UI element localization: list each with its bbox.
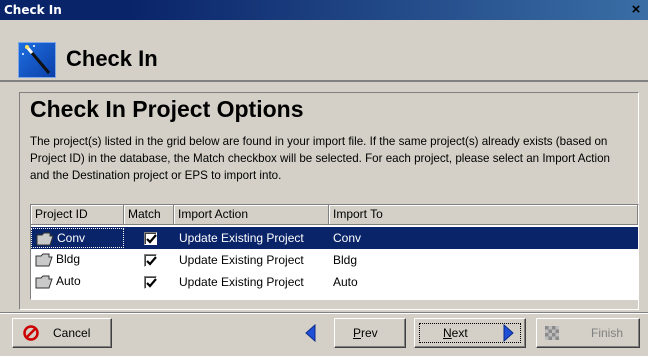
project-id-value: Conv	[57, 231, 86, 245]
project-id-value: Auto	[56, 274, 81, 288]
import-action-cell[interactable]: Update Existing Project	[179, 249, 304, 271]
column-header-project-id[interactable]: Project ID	[31, 205, 124, 225]
next-button[interactable]: Next	[414, 318, 526, 348]
window-title: Check In	[4, 3, 62, 17]
footer-separator	[0, 312, 648, 314]
table-row[interactable]: Bldg Update Existing Project Bldg	[31, 249, 638, 271]
cancel-label: Cancel	[53, 326, 91, 340]
cancel-icon	[23, 325, 39, 341]
folder-icon	[36, 232, 54, 246]
close-icon[interactable]: ×	[628, 2, 644, 18]
import-to-cell[interactable]: Bldg	[333, 249, 357, 271]
match-checkbox[interactable]	[144, 276, 157, 289]
finish-label: Finish	[591, 326, 624, 340]
wizard-title: Check In	[66, 46, 158, 71]
import-action-cell[interactable]: Update Existing Project	[179, 227, 304, 249]
finish-button[interactable]: Finish	[536, 318, 640, 348]
prev-arrow-icon[interactable]	[304, 323, 316, 345]
wizard-header: Check In	[0, 20, 648, 82]
next-label: Next	[443, 326, 468, 340]
project-id-value: Bldg	[56, 252, 81, 266]
panel-title: Check In Project Options	[30, 96, 304, 122]
cancel-button[interactable]: Cancel	[12, 318, 112, 348]
project-grid[interactable]: Project ID Match Import Action Import To…	[30, 204, 639, 300]
import-to-cell[interactable]: Auto	[333, 271, 358, 293]
import-action-cell[interactable]: Update Existing Project	[179, 271, 304, 293]
column-header-match[interactable]: Match	[124, 205, 174, 225]
project-id-wrap: Auto	[31, 272, 124, 292]
folder-icon	[35, 253, 53, 267]
project-id-wrap: Bldg	[31, 250, 124, 270]
import-to-cell[interactable]: Conv	[333, 227, 361, 249]
table-row[interactable]: Conv Update Existing Project Conv	[31, 227, 638, 249]
prev-label: Prev	[353, 326, 378, 340]
project-id-cell[interactable]: Auto	[31, 271, 124, 293]
match-checkbox[interactable]	[144, 254, 157, 267]
match-checkbox[interactable]	[144, 232, 157, 245]
project-id-focus: Conv	[31, 228, 124, 248]
table-row[interactable]: Auto Update Existing Project Auto	[31, 271, 638, 293]
column-header-import-to[interactable]: Import To	[329, 205, 638, 225]
project-id-cell[interactable]: Conv	[31, 227, 124, 249]
title-bar: Check In ×	[0, 0, 648, 20]
next-arrow-icon	[503, 324, 514, 342]
magic-wand-icon	[18, 42, 56, 78]
prev-button[interactable]: Prev	[334, 318, 406, 348]
checkered-flag-icon	[545, 326, 559, 340]
project-id-cell[interactable]: Bldg	[31, 249, 124, 271]
folder-icon	[35, 275, 53, 289]
panel-description: The project(s) listed in the grid below …	[30, 135, 610, 182]
grid-header: Project ID Match Import Action Import To	[31, 205, 638, 225]
column-header-import-action[interactable]: Import Action	[174, 205, 329, 225]
